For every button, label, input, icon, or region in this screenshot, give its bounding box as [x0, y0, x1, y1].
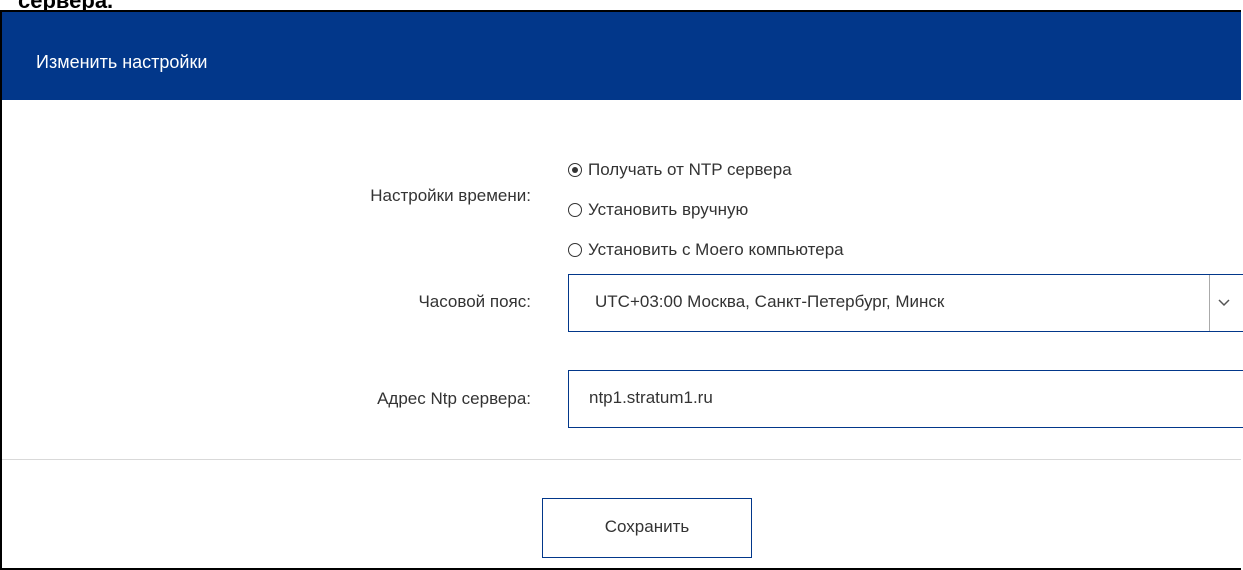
radio-ntp-server[interactable]: Получать от NTP сервера: [568, 150, 844, 190]
radio-my-computer[interactable]: Установить с Моего компьютера: [568, 230, 844, 270]
footer-divider: [2, 459, 1241, 460]
time-settings-radio-group: Получать от NTP сервера Установить вручн…: [568, 150, 844, 270]
radio-unchecked-icon: [568, 203, 582, 217]
timezone-select[interactable]: UTC+03:00 Москва, Санкт-Петербург, Минск: [568, 274, 1243, 332]
timezone-select-value: UTC+03:00 Москва, Санкт-Петербург, Минск: [595, 292, 945, 311]
chevron-down-icon[interactable]: [1209, 275, 1237, 331]
radio-checked-icon: [568, 163, 582, 177]
time-settings-label: Настройки времени:: [370, 186, 531, 205]
radio-ntp-server-label: Получать от NTP сервера: [588, 160, 792, 179]
radio-manual[interactable]: Установить вручную: [568, 190, 844, 230]
ntp-address-label: Адрес Ntp сервера:: [377, 389, 531, 408]
radio-manual-label: Установить вручную: [588, 200, 749, 219]
dialog-header: Изменить настройки: [2, 12, 1241, 100]
ntp-address-input[interactable]: ntp1.stratum1.ru: [568, 370, 1243, 428]
save-button[interactable]: Сохранить: [542, 498, 752, 558]
timezone-label: Часовой пояс:: [418, 292, 531, 311]
dialog-title: Изменить настройки: [36, 52, 208, 72]
radio-my-computer-label: Установить с Моего компьютера: [588, 240, 844, 259]
settings-dialog: Изменить настройки Настройки времени: По…: [0, 10, 1243, 570]
ntp-address-value: ntp1.stratum1.ru: [589, 388, 713, 407]
radio-unchecked-icon: [568, 243, 582, 257]
